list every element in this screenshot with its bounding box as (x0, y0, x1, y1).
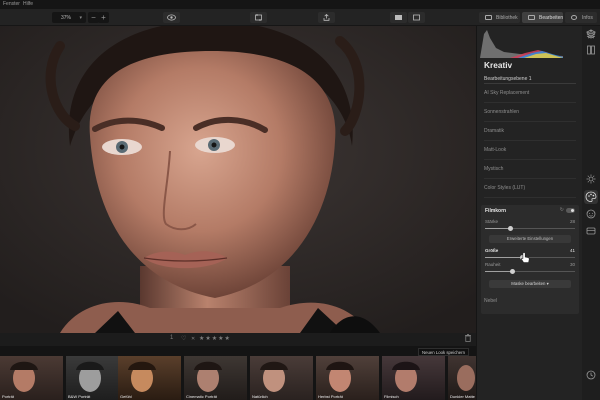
tools-rail (582, 26, 600, 400)
rating-strip: 1 ♡ ✕ ★★★★★ (0, 333, 476, 346)
groesse-value: 41 (569, 248, 575, 253)
look-thumbnail[interactable]: Herbst Porträt (316, 356, 379, 400)
star-rating[interactable]: ★★★★★ (199, 335, 231, 342)
reset-icon[interactable]: ↻ (560, 207, 564, 213)
panel-title: Kreativ (484, 60, 513, 70)
crop-icon (255, 14, 262, 21)
zoom-value: 37% (61, 15, 72, 21)
tool-mystisch[interactable]: Mystisch (484, 160, 576, 179)
reject-icon[interactable]: ✕ (191, 336, 195, 342)
tool-ai-sky-replacement[interactable]: AI Sky Replacement (484, 84, 576, 103)
mask-edit-button[interactable]: Maske bearbeiten ▾ (489, 280, 571, 288)
portrait-image (0, 26, 476, 333)
extended-settings-button[interactable]: Erweiterte Einstellungen (489, 235, 571, 243)
creative-tab[interactable] (584, 190, 598, 204)
palette-icon (585, 191, 597, 203)
tool-sonnenstrahlen[interactable]: Sonnenstrahlen (484, 103, 576, 122)
tool-nebel[interactable]: Nebel (484, 292, 576, 311)
photo-canvas[interactable] (0, 26, 476, 333)
tab-bearbeiten[interactable]: Bearbeiten (522, 12, 563, 23)
look-thumbnail[interactable]: Natürlich (250, 356, 313, 400)
pro-tools-icon[interactable] (586, 226, 596, 236)
menu-bar: Fenster Hilfe (0, 0, 600, 9)
portrait-face-icon[interactable] (586, 209, 596, 219)
page-marker: 1 (170, 335, 174, 341)
menu-fenster[interactable]: Fenster (3, 1, 20, 7)
compare-button[interactable] (163, 12, 180, 23)
rauheit-label: Rauheit (485, 262, 501, 267)
layers-icon[interactable] (586, 29, 596, 39)
groesse-slider[interactable] (485, 255, 575, 260)
grid-view-icon (395, 15, 402, 20)
look-thumbnail[interactable]: Filmisch (382, 356, 445, 400)
staerke-value: 28 (569, 219, 575, 224)
layer-selector[interactable]: Bearbeitungsebene 1 (484, 74, 576, 84)
info-icon (571, 15, 577, 20)
single-view-icon (413, 14, 420, 21)
look-thumbnail[interactable]: Cinematic Porträt (184, 356, 247, 400)
look-thumbnail[interactable]: Dunkler Matte (448, 356, 476, 400)
crop-button[interactable] (250, 12, 267, 23)
compare-panels-icon[interactable] (586, 45, 596, 55)
look-thumbnail[interactable]: Gefühl (118, 356, 181, 400)
share-icon (323, 14, 330, 21)
save-look-tooltip: Neuen Look speichern (418, 348, 469, 356)
tab-infos[interactable]: Infos (565, 12, 597, 23)
look-thumbnail[interactable]: Porträt (0, 356, 63, 400)
menu-hilfe[interactable]: Hilfe (23, 1, 33, 7)
toolbar: 37% ▾ − + Bibliothek Bearbeiten Infos (0, 9, 600, 26)
edit-icon (528, 15, 535, 20)
staerke-slider-knob[interactable] (508, 226, 514, 231)
zoom-select[interactable]: 37% ▾ (52, 12, 86, 23)
chevron-down-icon: ▾ (79, 15, 82, 21)
rauheit-slider[interactable] (485, 269, 575, 274)
library-icon (485, 15, 492, 20)
share-button[interactable] (318, 12, 335, 23)
trash-icon[interactable] (465, 334, 471, 342)
filmkorn-title: Filmkorn (485, 208, 507, 214)
eye-icon (167, 14, 176, 21)
heart-icon[interactable]: ♡ (181, 335, 186, 342)
rauheit-value: 30 (569, 262, 575, 267)
groesse-label: Größe (485, 248, 499, 253)
view-single-button[interactable] (408, 12, 425, 23)
history-clock-icon[interactable] (586, 370, 596, 380)
filmkorn-toggle[interactable] (566, 208, 575, 213)
looks-filmstrip: Neuen Look speichern Porträt B&W Porträt… (0, 346, 476, 400)
tab-bibliothek[interactable]: Bibliothek (479, 12, 520, 23)
staerke-slider[interactable] (485, 226, 575, 231)
tool-color-styles[interactable]: Color Styles (LUT) (484, 179, 576, 198)
hand-cursor-icon (521, 252, 530, 263)
histogram (480, 30, 563, 58)
rauheit-slider-knob[interactable] (510, 269, 515, 274)
zoom-in-button[interactable]: + (98, 12, 109, 23)
tool-dramatik[interactable]: Dramatik (484, 122, 576, 141)
staerke-label: Stärke (485, 219, 499, 224)
adjustments-panel: Kreativ Bearbeitungsebene 1 AI Sky Repla… (476, 26, 582, 400)
tool-matt-look[interactable]: Matt-Look (484, 141, 576, 160)
sun-icon[interactable] (586, 174, 596, 184)
view-grid-button[interactable] (390, 12, 407, 23)
